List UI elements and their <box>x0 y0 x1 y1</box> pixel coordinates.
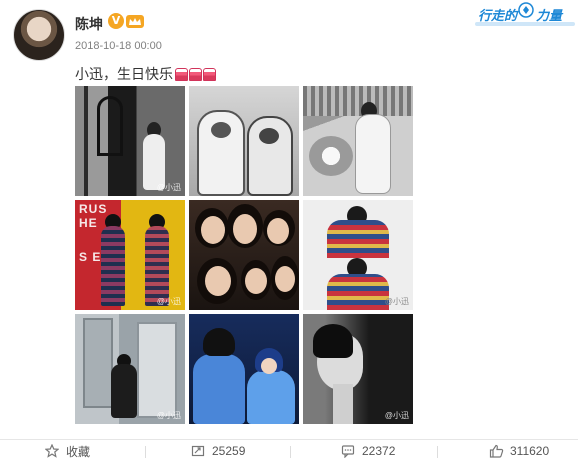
elevator-door-shape <box>83 318 113 408</box>
photo-watermark: @小迅 <box>156 297 181 306</box>
neck-shape <box>333 384 353 424</box>
repost-button[interactable]: 25259 <box>190 440 245 461</box>
face-shape <box>205 266 231 296</box>
figure-left <box>101 226 125 306</box>
birthday-cake-emoji-group <box>175 68 217 84</box>
topic-badge[interactable]: 行走的 力量 <box>474 2 578 28</box>
avatar[interactable] <box>13 9 65 61</box>
cake-icon <box>175 68 188 81</box>
comment-icon <box>340 443 356 459</box>
post-text-body: 小迅，生日快乐 <box>75 66 173 82</box>
photo-3[interactable] <box>303 86 413 196</box>
seated-figure <box>111 364 137 418</box>
post-text: 小迅，生日快乐 <box>75 64 217 84</box>
repost-count: 25259 <box>212 444 246 458</box>
face-shape <box>245 268 267 294</box>
face-shape <box>275 266 295 292</box>
background-lettering: RUS <box>79 202 108 216</box>
door-shape <box>137 322 177 418</box>
photo-watermark: @小迅 <box>384 297 409 306</box>
author-name[interactable]: 陈坤 <box>75 14 103 34</box>
member-crown-icon[interactable] <box>126 13 144 29</box>
beanie-shape <box>203 328 235 356</box>
hair-bun-shape <box>313 324 353 358</box>
figure-right <box>145 226 169 306</box>
white-dress-figure <box>355 114 391 194</box>
photo-6[interactable]: @小迅 <box>303 200 413 310</box>
divider <box>437 446 438 458</box>
arched-window-shape <box>97 96 123 156</box>
face-shape <box>267 218 289 244</box>
photo-2[interactable] <box>189 86 299 196</box>
post-timestamp[interactable]: 2018-10-18 00:00 <box>75 40 162 52</box>
photo-watermark: @小迅 <box>384 411 409 420</box>
favorite-button[interactable]: 收藏 <box>44 440 90 461</box>
repost-icon <box>190 443 206 459</box>
photo-watermark: @小迅 <box>156 183 181 192</box>
face-shape <box>201 216 225 244</box>
face-right <box>259 128 279 144</box>
knit-sweater-top <box>327 220 389 258</box>
photo-5[interactable] <box>189 200 299 310</box>
face-left <box>211 122 231 138</box>
verified-badge-icon: V <box>108 13 124 29</box>
thumbs-up-icon <box>488 443 504 459</box>
star-icon <box>44 443 60 459</box>
action-bar: 收藏 25259 22372 311620 <box>0 439 578 461</box>
photo-1[interactable]: @小迅 <box>75 86 185 196</box>
photo-7[interactable]: @小迅 <box>75 314 185 424</box>
knit-sweater-bottom <box>327 274 389 310</box>
photo-8[interactable] <box>189 314 299 424</box>
blue-jacket-left <box>193 354 245 424</box>
like-count: 311620 <box>510 444 550 458</box>
blue-jacket-right <box>247 370 295 424</box>
like-button[interactable]: 311620 <box>488 440 549 461</box>
comment-count: 22372 <box>362 444 396 458</box>
cake-icon <box>189 68 202 81</box>
topic-badge-label-1: 行走的 <box>478 8 518 23</box>
favorite-label: 收藏 <box>66 444 91 459</box>
photo-watermark: @小迅 <box>156 411 181 420</box>
photo-9[interactable]: @小迅 <box>303 314 413 424</box>
flowers-shape <box>309 136 353 176</box>
topic-badge-label-2: 力量 <box>536 8 563 23</box>
divider <box>290 446 291 458</box>
background-lettering: HE <box>79 216 98 230</box>
comment-button[interactable]: 22372 <box>340 440 395 461</box>
photo-4[interactable]: RUS HE S EV @小迅 <box>75 200 185 310</box>
face-shape <box>233 214 257 244</box>
background-stripes <box>303 86 413 116</box>
face-shape <box>261 358 277 374</box>
cake-icon <box>203 68 216 81</box>
divider <box>145 446 146 458</box>
